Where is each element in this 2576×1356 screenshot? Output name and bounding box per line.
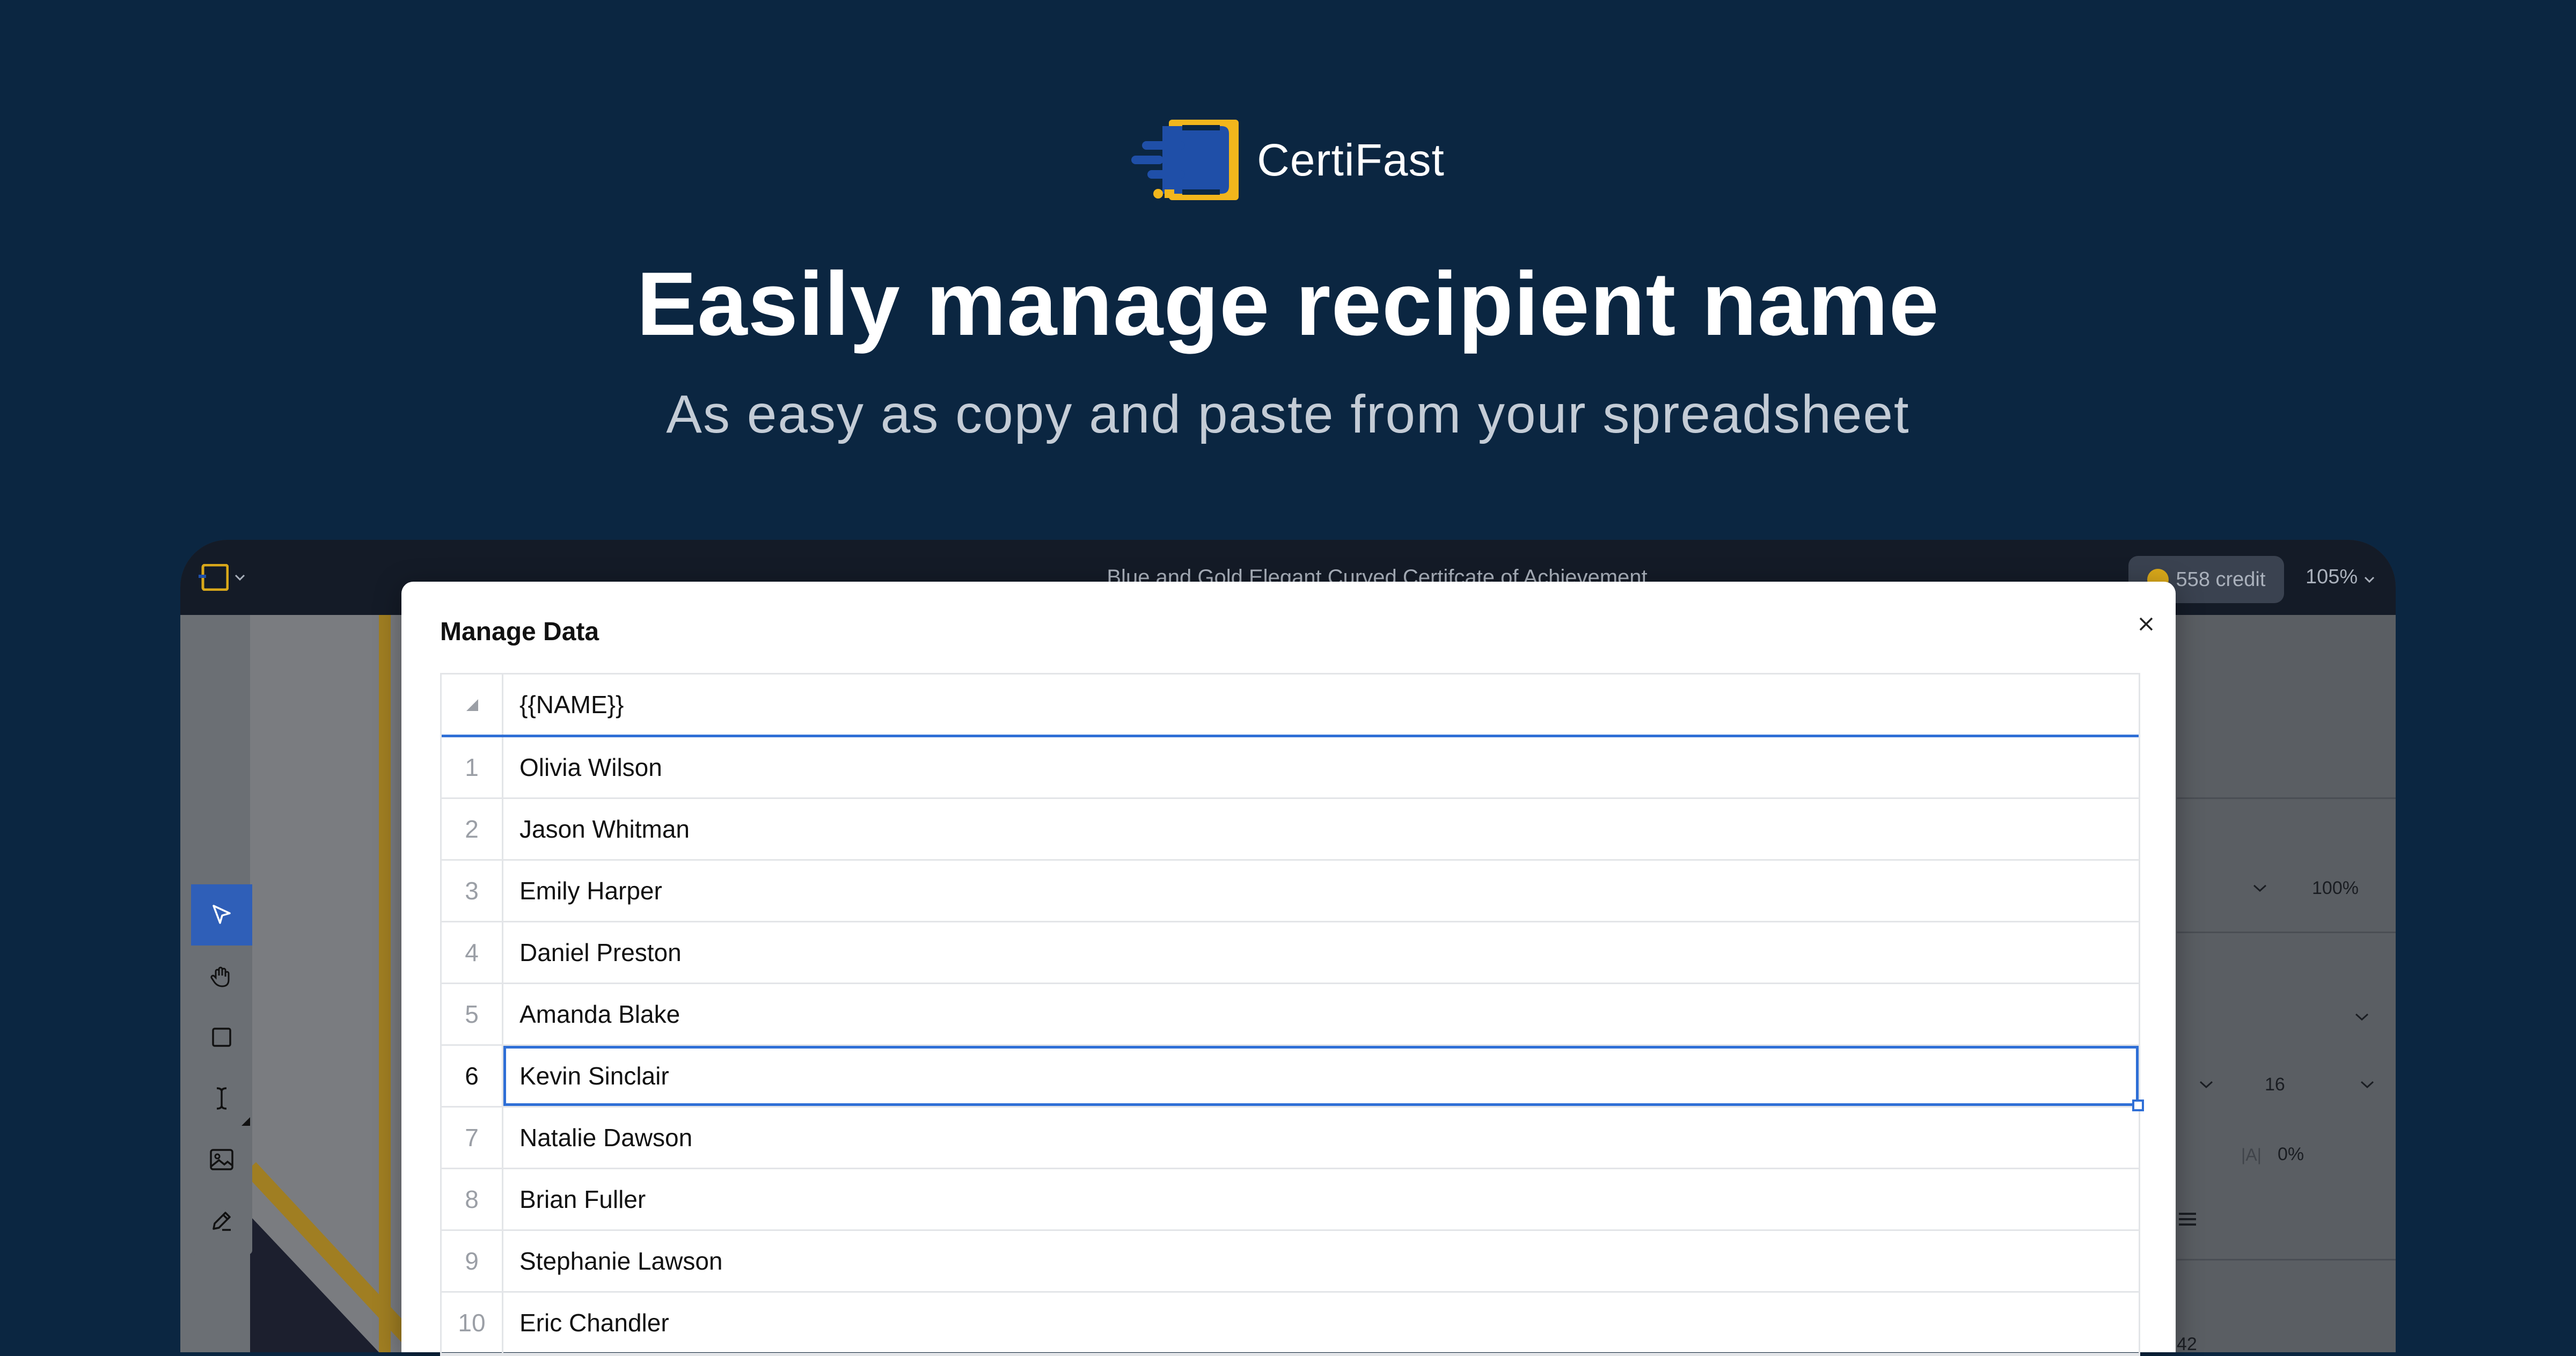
row-index[interactable]: 2 — [442, 799, 503, 859]
name-cell-text: Stephanie Lawson — [519, 1247, 723, 1275]
hand-icon — [210, 966, 230, 987]
row-index[interactable]: 9 — [442, 1231, 503, 1291]
table-row[interactable]: 8 Brian Fuller — [442, 1169, 2139, 1231]
row-index[interactable]: 7 — [442, 1108, 503, 1168]
name-cell-text: Natalie Dawson — [519, 1124, 693, 1152]
close-icon — [2139, 617, 2153, 631]
table-row[interactable]: 10 Eric Chandler — [442, 1293, 2139, 1354]
text-cursor-icon — [216, 1087, 227, 1110]
tool-palette — [191, 884, 252, 1255]
name-cell-text: Brian Fuller — [519, 1185, 646, 1213]
pencil-icon — [213, 1212, 231, 1231]
table-row[interactable]: 5 Amanda Blake — [442, 984, 2139, 1046]
pen-tool[interactable] — [191, 1190, 252, 1251]
divider — [2177, 1259, 2396, 1260]
table-row[interactable]: 7 Natalie Dawson — [442, 1108, 2139, 1169]
row-index[interactable]: 6 — [442, 1046, 503, 1106]
brand-name: CertiFast — [1257, 134, 1445, 185]
chevron-down-icon — [2364, 576, 2374, 583]
row-index[interactable]: 4 — [442, 922, 503, 983]
name-cell[interactable]: Amanda Blake — [503, 984, 2139, 1044]
table-row[interactable]: 9 Stephanie Lawson — [442, 1231, 2139, 1293]
certifast-logo-icon — [1131, 120, 1239, 200]
name-cell-text: Olivia Wilson — [519, 753, 662, 781]
name-cell-text: Amanda Blake — [519, 1000, 680, 1028]
column-header-name[interactable]: {{NAME}} — [503, 675, 2139, 735]
subline: As easy as copy and paste from your spre… — [666, 384, 1910, 444]
row-index[interactable]: 3 — [442, 861, 503, 921]
headline: Easily manage recipient name — [636, 253, 1940, 354]
fill-handle[interactable] — [2132, 1100, 2144, 1111]
partial-value: 42 — [2177, 1334, 2197, 1352]
name-cell[interactable]: Jason Whitman — [503, 799, 2139, 859]
brand: CertiFast — [0, 117, 2576, 203]
font-size-value[interactable]: 16 — [2265, 1074, 2285, 1095]
name-cell[interactable]: Brian Fuller — [503, 1169, 2139, 1229]
rectangle-tool[interactable] — [191, 1007, 252, 1068]
row-index[interactable]: 5 — [442, 984, 503, 1044]
close-button[interactable] — [2127, 605, 2165, 643]
text-tool[interactable] — [191, 1068, 252, 1129]
manage-data-modal: Manage Data {{NAME}} 1 Olivia Wilson 2 Jaso… — [401, 582, 2176, 1356]
zoom-value: 105% — [2306, 566, 2358, 588]
cursor-arrow-icon — [213, 905, 231, 924]
table-row[interactable]: 4 Daniel Preston — [442, 922, 2139, 984]
table-row[interactable]: 2 Jason Whitman — [442, 799, 2139, 861]
name-cell[interactable]: Daniel Preston — [503, 922, 2139, 983]
name-cell-text: Kevin Sinclair — [519, 1062, 669, 1090]
name-cell[interactable]: Eric Chandler — [503, 1293, 2139, 1353]
hand-tool[interactable] — [191, 945, 252, 1007]
modal-title: Manage Data — [440, 618, 599, 646]
name-cell-text: Eric Chandler — [519, 1309, 669, 1337]
table-row[interactable]: 3 Emily Harper — [442, 861, 2139, 922]
square-icon — [212, 1028, 231, 1047]
chevron-down-icon[interactable] — [2198, 1080, 2214, 1089]
image-tool[interactable] — [191, 1129, 252, 1190]
select-tool[interactable] — [191, 884, 252, 945]
grid-header-row: {{NAME}} — [442, 675, 2139, 737]
zoom-dropdown[interactable]: 105% — [2306, 566, 2375, 589]
divider — [2177, 797, 2396, 799]
name-cell[interactable]: Natalie Dawson — [503, 1108, 2139, 1168]
letter-spacing-value[interactable]: 0% — [2278, 1144, 2304, 1165]
chevron-down-icon — [235, 574, 245, 581]
name-cell-text: Emily Harper — [519, 877, 662, 905]
name-cell[interactable]: Emily Harper — [503, 861, 2139, 921]
row-index[interactable]: 8 — [442, 1169, 503, 1229]
row-index[interactable]: 1 — [442, 737, 503, 797]
credit-count: 558 credit — [2176, 568, 2266, 591]
row-index[interactable]: 10 — [442, 1293, 503, 1353]
corner-triangle-icon — [466, 699, 478, 711]
letter-spacing-label: |A| — [2241, 1145, 2262, 1164]
name-cell[interactable]: Stephanie Lawson — [503, 1231, 2139, 1291]
chevron-down-icon[interactable] — [2354, 1012, 2370, 1022]
chevron-down-icon[interactable] — [2359, 1080, 2375, 1089]
properties-panel: Y 442 H 72 100% 16 |A| 0% 42 — [2177, 615, 2396, 1352]
data-grid: {{NAME}} 1 Olivia Wilson 2 Jason Whitman 3 Em… — [440, 673, 2144, 1356]
divider — [2177, 932, 2396, 933]
chevron-down-icon[interactable] — [2252, 883, 2268, 893]
select-all-corner[interactable] — [442, 675, 503, 735]
table-row[interactable]: 1 Olivia Wilson — [442, 737, 2139, 799]
name-cell[interactable]: Kevin Sinclair — [503, 1046, 2144, 1111]
table-row[interactable]: 6 Kevin Sinclair — [442, 1046, 2144, 1111]
opacity-value[interactable]: 100% — [2312, 878, 2359, 899]
name-cell-text: Daniel Preston — [519, 939, 682, 966]
align-justify-icon[interactable] — [2177, 1211, 2198, 1229]
submenu-corner-icon — [241, 1117, 250, 1126]
name-cell[interactable]: Olivia Wilson — [503, 737, 2139, 797]
image-icon — [210, 1149, 233, 1170]
app-logo-icon[interactable] — [199, 560, 247, 595]
name-cell-text: Jason Whitman — [519, 815, 690, 843]
